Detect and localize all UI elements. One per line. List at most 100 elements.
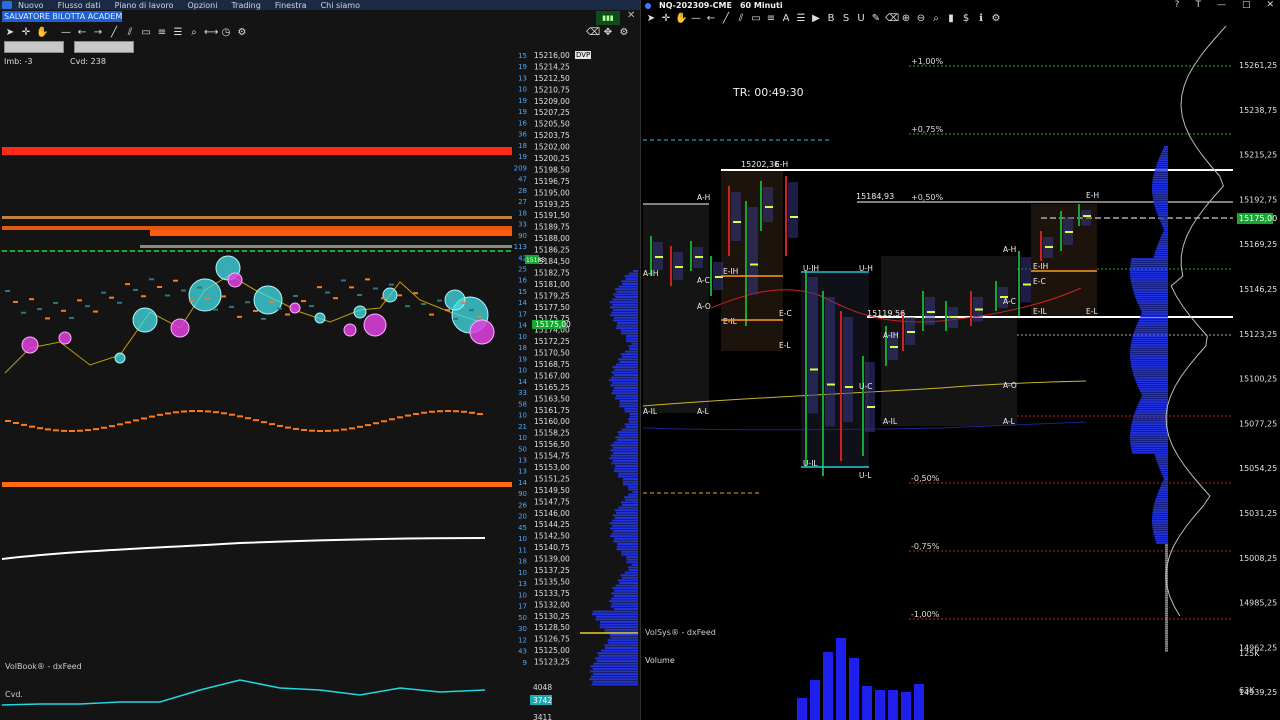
eraser-icon[interactable]: ⌫ [586, 27, 600, 39]
eraser-icon[interactable]: ⌫ [885, 13, 899, 25]
volsys-chart[interactable]: +1,00%+0,75%+0,50%+0,25%0%-0,25%-0,50%-0… [641, 26, 1280, 720]
rectangle-icon[interactable]: ▭ [750, 13, 762, 25]
timeframe-label[interactable]: 60 Minuti [740, 0, 783, 11]
menu-flusso-dati[interactable]: Flusso dati [58, 1, 101, 10]
book-size-label: 19 [518, 97, 527, 105]
vp-bar [1133, 374, 1168, 377]
vp-bar [1152, 196, 1168, 199]
trend-line-icon[interactable]: ╱ [720, 13, 732, 25]
close-icon[interactable]: ✕ [1266, 0, 1274, 10]
vp-bar [1165, 623, 1168, 626]
magnet-icon[interactable]: U [855, 13, 867, 25]
wrench-icon[interactable]: ✎ [870, 13, 882, 25]
grid-icon[interactable]: ✥ [602, 27, 614, 39]
menu-piano-di-lavoro[interactable]: Piano di lavoro [115, 1, 174, 10]
rectangle-icon[interactable]: ▭ [140, 27, 152, 39]
price-level-label: 15200,25 [534, 154, 570, 163]
channel-icon[interactable]: ⫽ [735, 13, 747, 25]
order-dash [269, 423, 275, 426]
order-dash [469, 411, 475, 414]
levels-icon[interactable]: ☰ [795, 13, 807, 25]
line-icon[interactable]: — [690, 13, 702, 25]
menu-opzioni[interactable]: Opzioni [187, 1, 217, 10]
vp-bar [1152, 179, 1168, 181]
zoom-out-icon[interactable]: ⊖ [915, 13, 927, 25]
info-icon[interactable]: ℹ [975, 13, 987, 25]
vp-bar [1165, 634, 1168, 637]
order-dash [165, 412, 171, 415]
profile-label-ac: A-C [697, 276, 710, 285]
settings-icon[interactable]: ⚙ [618, 27, 630, 39]
menu-finestra[interactable]: Finestra [275, 1, 307, 10]
right-price-label: 15146,25 [1239, 285, 1277, 294]
sell-icon[interactable]: S [840, 13, 852, 25]
price-level-label: 15126,75 [534, 635, 570, 644]
order-dash [413, 413, 419, 416]
pin-icon[interactable]: T [1195, 0, 1201, 10]
price-level-label: 15146,00 [534, 509, 570, 518]
menu-nuovo[interactable]: Nuovo [18, 1, 44, 10]
dvp-bar [628, 272, 638, 275]
vp-bar [1165, 630, 1168, 632]
book-size-label: 18 [518, 209, 527, 217]
text-icon[interactable]: A [780, 13, 792, 25]
vp-bar [1165, 612, 1168, 615]
order-dash [461, 410, 467, 413]
trend-line-icon[interactable]: ╱ [108, 27, 120, 39]
ray-icon[interactable]: → [92, 27, 104, 39]
vp-bar [1130, 344, 1168, 346]
menu-trading[interactable]: Trading [231, 1, 260, 10]
buy-icon[interactable]: B [825, 13, 837, 25]
zoom-reset-icon[interactable]: ⌕ [930, 13, 942, 25]
dvp-bar [599, 621, 638, 623]
book-size-label: 36 [518, 131, 527, 139]
book-size-label: 45 [518, 524, 527, 532]
vp-bar [1130, 278, 1168, 280]
dvp-bar [621, 550, 638, 553]
zoom-in-icon[interactable]: ⊕ [900, 13, 912, 25]
order-dash [285, 426, 291, 429]
menu-chi-siamo[interactable]: Chi siamo [321, 1, 360, 10]
search-icon[interactable]: ⌕ [188, 27, 200, 39]
close-icon[interactable]: ✕ [627, 10, 635, 21]
sell-bubble [170, 318, 190, 338]
levels-icon[interactable]: ☰ [172, 27, 184, 39]
channel-icon[interactable]: ⫽ [124, 27, 136, 39]
volbook-chart[interactable]: 15216,00 15214,25 15212,50 15210,75 15209,00… [0, 50, 640, 720]
fib-icon[interactable]: ≡ [765, 13, 777, 25]
order-dash [301, 428, 307, 431]
cursor-icon[interactable]: ➤ [4, 27, 16, 39]
vp-bar [1157, 242, 1168, 245]
vp-bar [1165, 619, 1168, 621]
vp-bar [1162, 225, 1168, 227]
hand-icon[interactable]: ✋ [36, 27, 48, 39]
book-size-label: 26 [518, 501, 527, 509]
candle-poc [1023, 283, 1031, 286]
order-dash [237, 415, 243, 418]
cursor-icon[interactable]: ➤ [645, 13, 657, 25]
ruler-icon[interactable]: ⟷ [204, 27, 218, 39]
dollar-icon[interactable]: $ [960, 13, 972, 25]
arrow-line-icon[interactable]: ← [705, 13, 717, 25]
connection-badge[interactable]: ▮▮▮ [596, 11, 620, 25]
line-icon[interactable]: — [60, 27, 72, 39]
crosshair-icon[interactable]: ✛ [20, 27, 32, 39]
crosshair-icon[interactable]: ✛ [660, 13, 672, 25]
help-icon[interactable]: ? [1175, 0, 1180, 10]
arrow-line-icon[interactable]: ← [76, 27, 88, 39]
play-icon[interactable]: ▶ [810, 13, 822, 25]
dvp-bar [620, 332, 638, 335]
vp-bar [1156, 212, 1168, 214]
minimize-icon[interactable]: — [1217, 0, 1226, 10]
buy-bubble [314, 312, 326, 324]
bar-chart-icon[interactable]: ▮ [945, 13, 957, 25]
right-price-label: 15123,25 [1239, 330, 1277, 339]
hand-icon[interactable]: ✋ [675, 13, 687, 25]
dvp-bar [628, 345, 638, 348]
fib-icon[interactable]: ≡ [156, 27, 168, 39]
symbol-label[interactable]: NQ-202309-CME [659, 0, 732, 11]
maximize-icon[interactable]: □ [1242, 0, 1251, 10]
sliders-icon[interactable]: ⚙ [990, 13, 1002, 25]
clock-icon[interactable]: ◷ [220, 27, 232, 39]
sliders-icon[interactable]: ⚙ [236, 27, 248, 39]
